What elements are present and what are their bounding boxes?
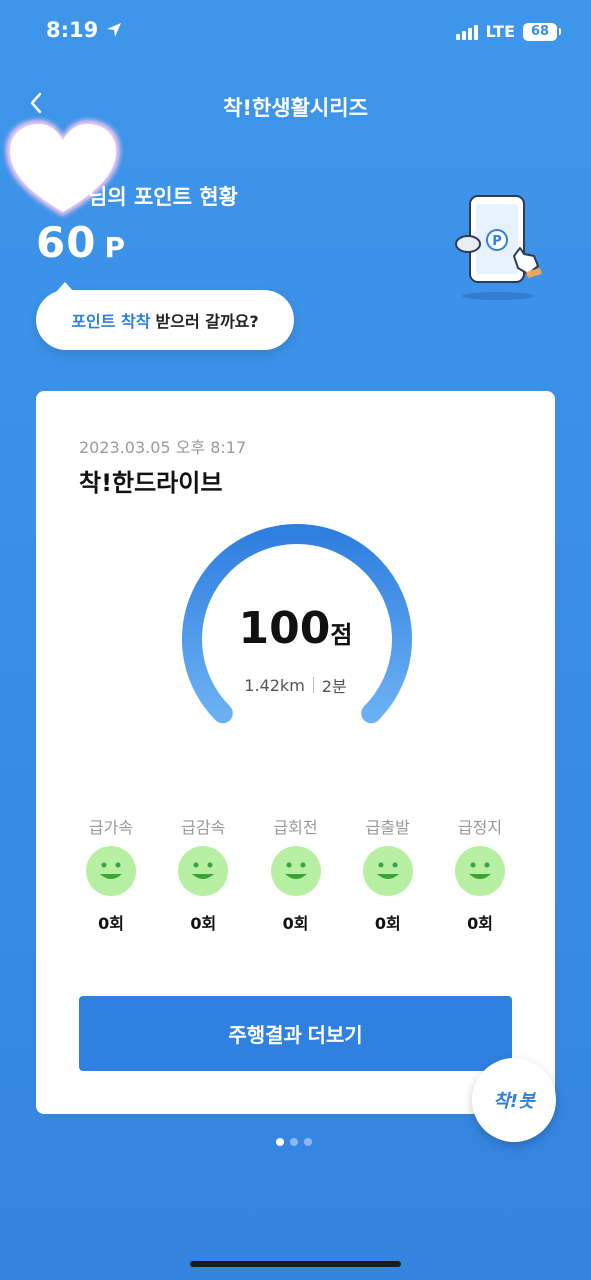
time-text: 8:19 bbox=[46, 18, 99, 42]
stat-count: 0회 bbox=[98, 914, 124, 933]
points-number: 60 bbox=[36, 218, 97, 267]
stat-label: 급가속 bbox=[88, 818, 134, 837]
stat-label: 급출발 bbox=[365, 818, 410, 837]
location-arrow-icon bbox=[107, 23, 122, 37]
more-results-button[interactable]: 주행결과 더보기 bbox=[79, 996, 512, 1071]
driving-stats: 급가속 0회 급감속 0회 급회전 0회 급출발 0회 급정지 0회 bbox=[79, 814, 512, 934]
stat-item: 급가속 0회 bbox=[79, 814, 143, 934]
score-display: 100점 bbox=[36, 603, 555, 654]
battery-icon: 68 bbox=[523, 22, 557, 41]
status-right: LTE 68 bbox=[455, 22, 561, 41]
signal-icon bbox=[455, 24, 478, 40]
points-unit: P bbox=[104, 231, 126, 264]
stat-label: 급감속 bbox=[181, 818, 226, 837]
card-title: 착!한드라이브 bbox=[79, 469, 223, 497]
stat-item: 급출발 0회 bbox=[356, 814, 420, 934]
bubble-text: 받으러 갈까요? bbox=[155, 312, 259, 331]
smiley-face-icon bbox=[178, 846, 229, 896]
stat-label: 급회전 bbox=[273, 818, 318, 837]
drive-duration: 2분 bbox=[321, 677, 347, 696]
network-type: LTE bbox=[485, 22, 515, 41]
stat-item: 급정지 0회 bbox=[448, 814, 512, 934]
battery-tip bbox=[559, 28, 561, 35]
drive-result-card: 2023.03.05 오후 8:17 착!한드라이브 100점 1.42km 2… bbox=[36, 391, 555, 1114]
drive-meta: 1.42km 2분 bbox=[36, 673, 555, 697]
stat-count: 0회 bbox=[374, 914, 401, 933]
smiley-face-icon bbox=[270, 846, 321, 896]
page-indicator bbox=[276, 1138, 312, 1146]
stat-count: 0회 bbox=[467, 914, 493, 933]
battery-level: 68 bbox=[530, 24, 550, 39]
meta-divider bbox=[312, 677, 314, 693]
stat-count: 0회 bbox=[190, 914, 217, 933]
score-unit: 점 bbox=[330, 621, 353, 649]
bubble-highlight: 포인트 착착 bbox=[71, 312, 151, 331]
page-dot[interactable] bbox=[304, 1138, 312, 1146]
points-value: 60 P bbox=[36, 218, 126, 267]
page-dot[interactable] bbox=[290, 1138, 298, 1146]
drive-date: 2023.03.05 오후 8:17 bbox=[79, 438, 247, 457]
points-label: 님의 포인트 현황 bbox=[88, 185, 238, 209]
phone-points-illustration-icon: P bbox=[455, 195, 542, 300]
home-indicator bbox=[190, 1261, 401, 1267]
chat-bot-button[interactable]: 착!봇 bbox=[472, 1058, 556, 1142]
score-number: 100 bbox=[238, 603, 331, 654]
phone-badge: P bbox=[492, 234, 502, 249]
page-dot[interactable] bbox=[276, 1138, 284, 1146]
stat-item: 급회전 0회 bbox=[264, 814, 328, 934]
stat-label: 급정지 bbox=[457, 818, 503, 837]
drive-distance: 1.42km bbox=[244, 675, 305, 695]
stat-count: 0회 bbox=[282, 914, 309, 933]
smiley-face-icon bbox=[455, 846, 505, 896]
points-bubble-button[interactable]: 포인트 착착 받으러 갈까요? bbox=[36, 290, 294, 350]
smiley-face-icon bbox=[362, 846, 413, 896]
status-time: 8:19 bbox=[46, 18, 122, 42]
status-bar: 8:19 LTE 68 bbox=[0, 0, 591, 64]
smiley-face-icon bbox=[86, 846, 136, 896]
stat-item: 급감속 0회 bbox=[171, 814, 235, 934]
